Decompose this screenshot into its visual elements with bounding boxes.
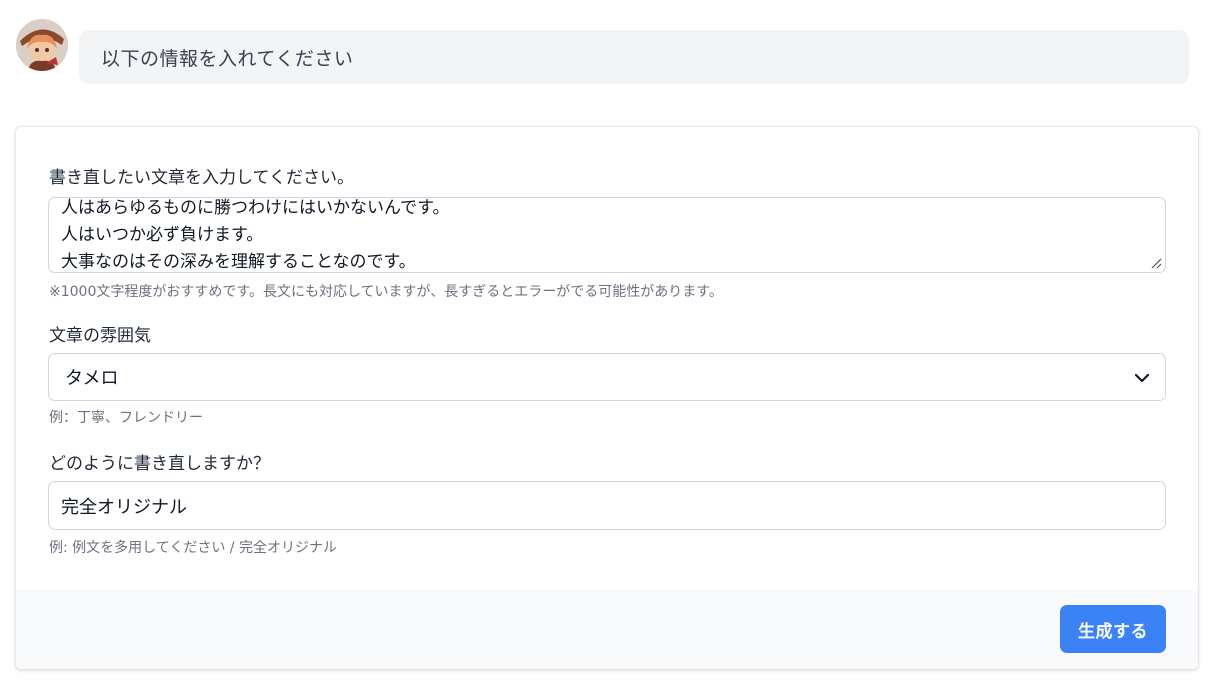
chat-message-text: 以下の情報を入れてください <box>101 47 354 70</box>
tone-hint: 例：丁寧、フレンドリー <box>49 410 203 426</box>
rewrite-form-card: 書き直したい文章を入力してください。 人はあらゆるものに勝つわけにはいかないんで… <box>15 126 1199 670</box>
avatar-image <box>16 19 68 71</box>
chevron-down-icon <box>1134 373 1150 383</box>
chat-message-bubble: 以下の情報を入れてください <box>79 30 1189 84</box>
textarea-line: 人はいつか必ず負けます。 <box>61 225 264 245</box>
style-input-value: 完全オリジナル <box>61 496 187 518</box>
resize-grip-icon[interactable] <box>1150 257 1162 269</box>
tone-label: 文章の雰囲気 <box>49 326 151 346</box>
style-hint: 例: 例文を多用してください / 完全オリジナル <box>49 540 337 556</box>
tone-selected-value: タメロ <box>65 368 119 389</box>
form-footer: 生成する <box>16 589 1198 669</box>
text-input-label: 書き直したい文章を入力してください。 <box>49 168 354 188</box>
style-input[interactable]: 完全オリジナル <box>48 481 1166 530</box>
textarea-line: 大事なのはその深みを理解することなのです。 <box>61 252 416 272</box>
generate-button[interactable]: 生成する <box>1060 605 1166 653</box>
avatar <box>16 19 68 71</box>
source-text-textarea[interactable]: 人はあらゆるものに勝つわけにはいかないんです。 人はいつか必ず負けます。 大事な… <box>48 197 1166 273</box>
style-label: どのように書き直しますか？ <box>49 454 270 474</box>
tone-select[interactable]: タメロ <box>48 353 1166 401</box>
textarea-line: 人はあらゆるものに勝つわけにはいかないんです。 <box>61 198 450 218</box>
text-length-hint: ※1000文字程度がおすすめです。長文にも対応していますが、長すぎるとエラーがで… <box>49 284 723 300</box>
